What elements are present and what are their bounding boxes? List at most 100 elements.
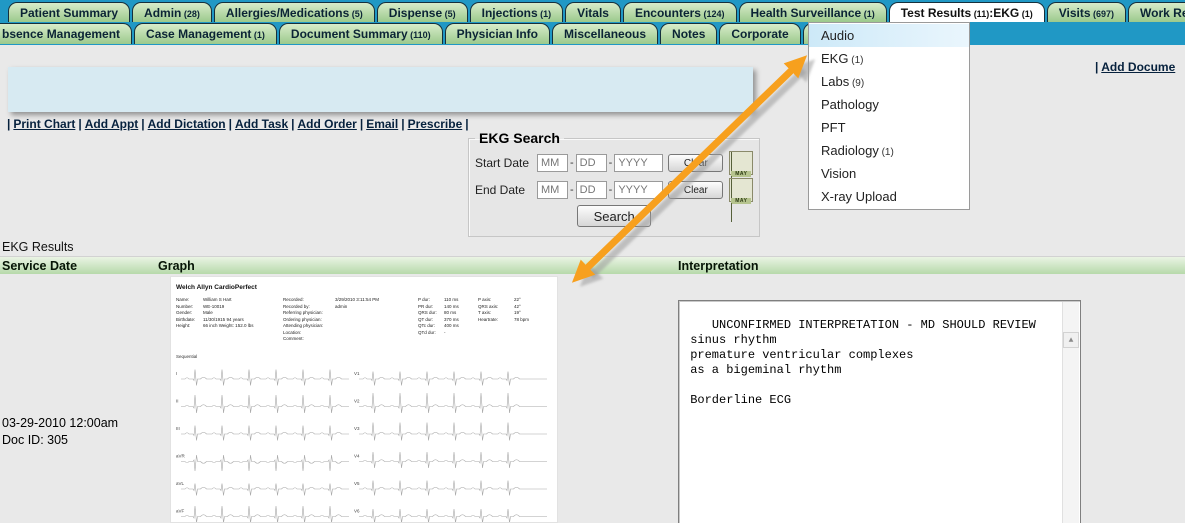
menu-item-count: (1)	[848, 55, 863, 66]
end-year-input[interactable]	[614, 181, 663, 199]
tab-label: Miscellaneous	[564, 27, 646, 41]
calendar-month-label: MAY	[731, 171, 751, 177]
start-month-input[interactable]	[537, 154, 568, 172]
end-month-input[interactable]	[537, 181, 568, 199]
menu-item-ekg[interactable]: EKG (1)	[809, 47, 969, 70]
start-year-input[interactable]	[614, 154, 663, 172]
tab-health-surveillance[interactable]: Health Surveillance (1)	[739, 2, 887, 22]
menu-item-radiology[interactable]: Radiology (1)	[809, 139, 969, 162]
date-dash: -	[568, 157, 576, 169]
ekg-results-title: EKG Results	[2, 240, 74, 254]
start-clear-button[interactable]: Clear	[668, 154, 723, 172]
tab-count: (5)	[442, 9, 456, 19]
tab-label: Notes	[672, 27, 705, 41]
report-durations-block: P dur:110 msPR dur:140 msQRS dur:80 msQT…	[418, 297, 459, 336]
tab-test-results[interactable]: Test Results (11):EKG (1)	[889, 2, 1045, 22]
tab-label: Corporate	[731, 27, 788, 41]
report-field-label: Comment:	[283, 336, 335, 343]
tab-count: (124)	[701, 9, 725, 19]
menu-item-vision[interactable]: Vision	[809, 162, 969, 185]
ekg-trace	[181, 395, 349, 413]
calendar-month-label: MAY	[731, 198, 751, 204]
tab-count: (1)	[861, 9, 875, 19]
column-header-graph: Graph	[158, 259, 195, 273]
start-day-input[interactable]	[576, 154, 607, 172]
tab-patient-summary[interactable]: Patient Summary	[8, 2, 130, 22]
ekg-trace	[181, 506, 349, 523]
separator: |	[226, 117, 235, 131]
prescribe-link[interactable]: Prescribe	[408, 117, 463, 131]
interpretation-scrollbar[interactable]: ▲	[1062, 302, 1079, 523]
menu-item-label: Labs	[821, 74, 849, 89]
end-date-row: End Date - - Clear MAY	[475, 178, 753, 202]
search-button[interactable]: Search	[577, 205, 651, 227]
lead-label-left: I	[176, 371, 177, 376]
tab-encounters[interactable]: Encounters (124)	[623, 2, 737, 22]
report-field: Height:66 inch Weight: 152.0 lbs	[176, 323, 253, 330]
end-calendar-icon[interactable]: MAY	[729, 178, 753, 202]
menu-item-pft[interactable]: PFT	[809, 116, 969, 139]
report-field-value: 400 ms	[444, 323, 459, 330]
add-document-link-wrap: | Add Docume	[1095, 60, 1185, 74]
scroll-up-icon[interactable]: ▲	[1063, 332, 1079, 348]
column-header-service-date: Service Date	[2, 259, 77, 273]
tab-count: (1)	[1019, 9, 1033, 19]
ehr-screen: Patient SummaryAdmin (28)Allergies/Medic…	[0, 0, 1185, 523]
ekg-graph-panel[interactable]: Welch Allyn CardioPerfect Name:William S…	[170, 276, 558, 523]
ekg-trace	[359, 372, 547, 386]
lead-label-right: V5	[354, 481, 360, 486]
tab-vitals[interactable]: Vitals	[565, 2, 621, 22]
end-clear-button[interactable]: Clear	[668, 181, 723, 199]
tab-dispense[interactable]: Dispense (5)	[377, 2, 468, 22]
tab-miscellaneous[interactable]: Miscellaneous	[552, 23, 658, 44]
tab-document-summary[interactable]: Document Summary (110)	[279, 23, 443, 44]
menu-item-labs[interactable]: Labs (9)	[809, 70, 969, 93]
tab-physician-info[interactable]: Physician Info	[445, 23, 550, 44]
add-dictation-link[interactable]: Add Dictation	[148, 117, 226, 131]
ekg-trace	[181, 455, 349, 471]
report-recording-block: Recorded:3/29/2010 3:11:54 PMRecorded by…	[283, 297, 379, 343]
print-chart-link[interactable]: Print Chart	[13, 117, 75, 131]
tab-count: (697)	[1091, 9, 1115, 19]
tab-admin[interactable]: Admin (28)	[132, 2, 212, 22]
end-day-input[interactable]	[576, 181, 607, 199]
menu-item-label: X-ray Upload	[821, 189, 897, 204]
tab-work-restrictions[interactable]: Work Restrictions	[1128, 2, 1185, 22]
menu-item-label: PFT	[821, 120, 846, 135]
tab-bsence-management[interactable]: bsence Management	[0, 23, 132, 44]
tab-notes[interactable]: Notes	[660, 23, 717, 44]
ekg-waveform-graphic: IV1IIV2IIIV3aVRV4aVLV5aVFV6	[173, 365, 553, 523]
tab-visits[interactable]: Visits (697)	[1047, 2, 1126, 22]
add-task-link[interactable]: Add Task	[235, 117, 288, 131]
ekg-trace	[181, 370, 349, 386]
end-date-label: End Date	[475, 183, 537, 197]
separator: |	[75, 117, 84, 131]
menu-item-label: Audio	[821, 28, 854, 43]
ekg-trace	[181, 484, 349, 496]
report-field-label: QTd dur:	[418, 330, 444, 337]
tab-count: (1)	[251, 30, 265, 40]
tab-case-management[interactable]: Case Management (1)	[134, 23, 277, 44]
add-order-link[interactable]: Add Order	[297, 117, 356, 131]
tab-label: Admin	[144, 6, 181, 20]
start-calendar-icon[interactable]: MAY	[729, 151, 753, 175]
lead-label-right: V3	[354, 426, 360, 431]
service-date-cell: 03-29-2010 12:00am Doc ID: 305	[2, 415, 118, 449]
report-mode-label: Sequential	[176, 354, 197, 359]
menu-item-label: EKG	[821, 51, 848, 66]
menu-item-x-ray-upload[interactable]: X-ray Upload	[809, 185, 969, 208]
menu-item-pathology[interactable]: Pathology	[809, 93, 969, 116]
menu-item-label: Vision	[821, 166, 856, 181]
tab-corporate[interactable]: Corporate	[719, 23, 800, 44]
menu-item-count: (1)	[879, 147, 894, 158]
add-appt-link[interactable]: Add Appt	[85, 117, 139, 131]
report-field-value: 66 inch Weight: 152.0 lbs	[203, 323, 253, 330]
add-document-link[interactable]: Add Docume	[1101, 60, 1175, 74]
search-button-row: Search	[473, 205, 755, 227]
email-link[interactable]: Email	[366, 117, 398, 131]
date-dash: -	[607, 184, 615, 196]
menu-item-audio[interactable]: Audio	[809, 24, 969, 47]
interpretation-box[interactable]: UNCONFIRMED INTERPRETATION - MD SHOULD R…	[678, 300, 1081, 523]
tab-injections[interactable]: Injections (1)	[470, 2, 564, 22]
tab-allergies-medications[interactable]: Allergies/Medications (5)	[214, 2, 375, 22]
